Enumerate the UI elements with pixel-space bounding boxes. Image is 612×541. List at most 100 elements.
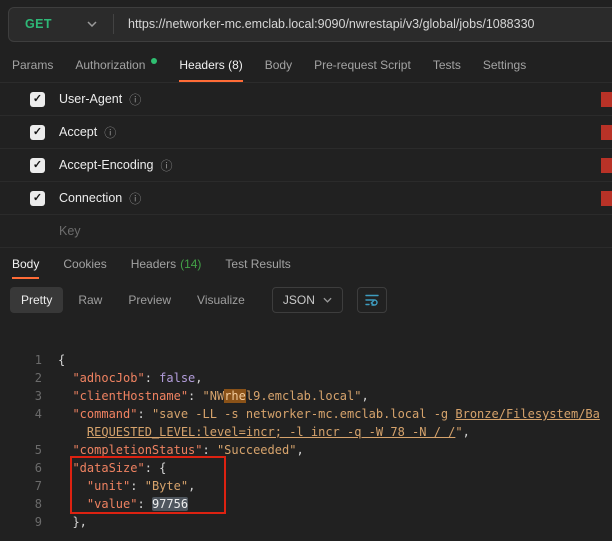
response-tab-test-results[interactable]: Test Results (225, 248, 290, 279)
code-segment: , (463, 425, 470, 439)
code-segment: false (159, 371, 195, 385)
response-tabs: Body Cookies Headers(14) Test Results (0, 248, 612, 279)
header-key: Connection (59, 191, 122, 205)
code-segment: : (188, 389, 202, 403)
code-segment: { (159, 461, 166, 475)
line-wrap-button[interactable] (357, 287, 387, 313)
tab-body[interactable]: Body (265, 48, 292, 82)
auth-status-dot (151, 58, 157, 64)
row-edge-marker (601, 158, 612, 173)
response-tab-label: Cookies (63, 257, 106, 271)
url-input[interactable]: https://networker-mc.emclab.local:9090/n… (114, 17, 548, 31)
view-mode-visualize[interactable]: Visualize (186, 287, 256, 313)
tab-label: Authorization (75, 58, 145, 72)
checkbox-checked[interactable]: ✓ (30, 158, 45, 173)
code-segment: "NW (203, 389, 225, 403)
response-tab-body[interactable]: Body (12, 248, 39, 279)
code-line: REQUESTED_LEVEL:level=incr; -l incr -q -… (0, 423, 612, 441)
response-tab-cookies[interactable]: Cookies (63, 248, 106, 279)
code-segment: "command" (72, 407, 137, 421)
code-segment: "value" (87, 497, 138, 511)
header-key: User-Agent (59, 92, 122, 106)
code-line: 6 "dataSize": { (0, 459, 612, 477)
format-dropdown[interactable]: JSON (272, 287, 343, 313)
code-link[interactable]: Bronze/Filesystem/Ba (455, 407, 600, 421)
code-segment: "save -LL -s networker-mc.emclab.local -… (152, 407, 455, 421)
response-body-editor[interactable]: 1{2 "adhocJob": false,3 "clientHostname"… (0, 321, 612, 541)
code-segment: : (203, 443, 217, 457)
view-mode-preview[interactable]: Preview (117, 287, 182, 313)
code-text: "value": 97756 (58, 495, 188, 513)
code-segment: : (145, 461, 159, 475)
code-text: "clientHostname": "NWrhel9.emclab.local"… (58, 387, 369, 405)
code-link[interactable]: REQUESTED_LEVEL:level=incr; -l incr -q -… (87, 425, 455, 439)
checkbox-checked[interactable]: ✓ (30, 125, 45, 140)
checkbox-checked[interactable]: ✓ (30, 92, 45, 107)
code-segment: "Byte" (145, 479, 188, 493)
checkbox-checked[interactable]: ✓ (30, 191, 45, 206)
row-edge-marker (601, 125, 612, 140)
code-text: }, (58, 513, 87, 531)
header-key: Accept-Encoding (59, 158, 154, 172)
code-segment: { (58, 353, 65, 367)
new-header-row[interactable]: Key (0, 215, 612, 248)
code-segment: : (137, 407, 151, 421)
row-edge-marker (601, 191, 612, 206)
code-line: 3 "clientHostname": "NWrhel9.emclab.loca… (0, 387, 612, 405)
info-icon: ⓘ (104, 124, 116, 141)
code-text: REQUESTED_LEVEL:level=incr; -l incr -q -… (58, 423, 470, 441)
tab-settings[interactable]: Settings (483, 48, 526, 82)
chevron-down-icon (87, 21, 97, 27)
code-text: "unit": "Byte", (58, 477, 195, 495)
method-selector[interactable]: GET (9, 8, 113, 41)
code-segment: }, (72, 515, 86, 529)
info-icon: ⓘ (161, 157, 173, 174)
info-icon: ⓘ (129, 190, 141, 207)
line-number: 2 (0, 369, 58, 387)
tab-label: Tests (433, 58, 461, 72)
code-text: "adhocJob": false, (58, 369, 203, 387)
line-number: 1 (0, 351, 58, 369)
code-segment (58, 461, 72, 475)
code-line: 8 "value": 97756 (0, 495, 612, 513)
header-row: ✓ Accept ⓘ (0, 116, 612, 149)
tab-label: Body (265, 58, 292, 72)
header-row: ✓ Connection ⓘ (0, 182, 612, 215)
code-segment: 97756 (152, 497, 188, 511)
tab-params[interactable]: Params (12, 48, 53, 82)
format-label: JSON (283, 293, 315, 307)
tab-pre-request-script[interactable]: Pre-request Script (314, 48, 411, 82)
line-wrap-icon (364, 293, 380, 307)
code-segment: , (296, 443, 303, 457)
request-url-bar: GET https://networker-mc.emclab.local:90… (0, 0, 612, 48)
tab-tests[interactable]: Tests (433, 48, 461, 82)
code-segment: , (188, 479, 195, 493)
code-line: 5 "completionStatus": "Succeeded", (0, 441, 612, 459)
code-segment (58, 497, 87, 511)
header-key: Accept (59, 125, 97, 139)
line-number (0, 423, 58, 441)
code-text: "completionStatus": "Succeeded", (58, 441, 304, 459)
postman-window: GET https://networker-mc.emclab.local:90… (0, 0, 612, 541)
view-mode-pretty[interactable]: Pretty (10, 287, 63, 313)
code-segment: "adhocJob" (72, 371, 144, 385)
code-segment: "Succeeded" (217, 443, 296, 457)
tab-headers-8[interactable]: Headers (8) (179, 48, 242, 82)
code-segment: "unit" (87, 479, 130, 493)
request-tabs: Params Authorization Headers (8) Body Pre-re… (0, 48, 612, 83)
code-segment: , (361, 389, 368, 403)
method-label: GET (25, 17, 52, 31)
tab-authorization[interactable]: Authorization (75, 48, 157, 82)
response-toolbar: PrettyRawPreviewVisualize JSON (0, 279, 612, 321)
code-segment: "dataSize" (72, 461, 144, 475)
response-tab-count: (14) (180, 257, 201, 271)
code-segment: : (145, 371, 159, 385)
code-segment (58, 425, 87, 439)
line-number: 3 (0, 387, 58, 405)
url-container: GET https://networker-mc.emclab.local:90… (8, 7, 612, 42)
line-number: 9 (0, 513, 58, 531)
view-mode-raw[interactable]: Raw (67, 287, 113, 313)
code-text: { (58, 351, 65, 369)
code-text: "dataSize": { (58, 459, 166, 477)
response-tab-headers[interactable]: Headers(14) (131, 248, 202, 279)
